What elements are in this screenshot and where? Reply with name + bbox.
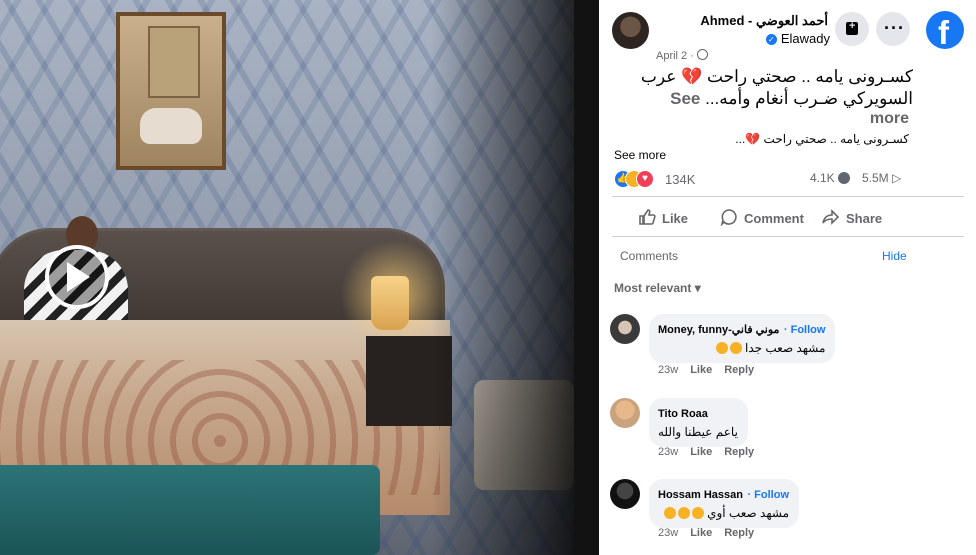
comment-author[interactable]: Hossam Hassan — [658, 489, 743, 501]
crying-emoji-icon — [677, 507, 690, 519]
thumbs-up-icon — [639, 209, 656, 225]
wall-painting — [116, 12, 226, 170]
comment-time[interactable]: 23w — [658, 527, 678, 539]
see-more-inline-continued[interactable]: more — [870, 110, 909, 128]
share-icon — [822, 209, 840, 225]
globe-icon — [696, 49, 708, 60]
play-icon — [67, 262, 90, 292]
facebook-logo[interactable]: f — [926, 11, 964, 51]
share-button[interactable]: Share — [822, 208, 882, 226]
post-caption: كسـرونى يامه .. صحتي راحت 💔 عرب السويركي… — [640, 67, 913, 108]
crying-emoji-icon — [663, 507, 676, 519]
post-author[interactable]: Ahmed - أحمد العوضي — [700, 13, 828, 29]
comment-reply-link[interactable]: Reply — [724, 527, 754, 539]
comment-reply-link[interactable]: Reply — [724, 446, 754, 458]
save-button[interactable] — [835, 12, 869, 46]
page-name[interactable]: ✓ Elawady — [765, 31, 830, 46]
comment-meta: 23w Like Reply — [658, 527, 754, 539]
post-date[interactable]: April 2 · — [656, 49, 708, 62]
see-more-link[interactable]: See more — [614, 148, 666, 162]
more-options-button[interactable]: ··· — [876, 12, 910, 46]
divider — [612, 236, 964, 237]
comment-avatar[interactable] — [610, 479, 640, 509]
comment-author[interactable]: Money, funny-موني فاني — [658, 324, 779, 336]
crying-emoji-icon — [691, 507, 704, 519]
hide-comments-link[interactable]: Hide — [882, 249, 907, 263]
follow-link[interactable]: · Follow — [784, 324, 826, 336]
comment-text: مشهد صعب أوي — [658, 506, 789, 520]
bag-plus-icon — [846, 20, 858, 35]
room-shadow — [430, 0, 574, 555]
comment-bubble: Hossam Hassan · Follow مشهد صعب أوي — [649, 479, 799, 528]
comment-bubble-icon — [837, 172, 850, 184]
comment-meta: 23w Like Reply — [658, 446, 754, 458]
comment-meta: 23w Like Reply — [658, 364, 754, 376]
comment-reply-link[interactable]: Reply — [724, 364, 754, 376]
play-button[interactable] — [45, 245, 109, 309]
comment-like-link[interactable]: Like — [690, 527, 712, 539]
video-letterbox — [574, 0, 599, 555]
comment-avatar[interactable] — [610, 398, 640, 428]
author-avatar[interactable] — [612, 12, 649, 49]
bedside-lamp — [371, 276, 409, 330]
crying-emoji-icon — [715, 342, 728, 354]
reactions-count[interactable]: 134K — [665, 172, 695, 187]
crying-emoji-icon — [729, 342, 742, 354]
divider — [612, 196, 964, 197]
comment-time[interactable]: 23w — [658, 446, 678, 458]
comments-heading: Comments — [620, 249, 679, 263]
comment-bubble: Money, funny-موني فاني · Follow مشهد صعب… — [649, 314, 836, 363]
comment-icon — [720, 209, 737, 226]
follow-link[interactable]: · Follow — [747, 489, 789, 501]
comment-time[interactable]: 23w — [658, 364, 678, 376]
comment-button[interactable]: Comment — [720, 208, 804, 226]
comment-sort-dropdown[interactable]: Most relevant ▾ — [614, 281, 701, 295]
comment-like-link[interactable]: Like — [690, 446, 712, 458]
views-count: 5.5M ▷ — [862, 171, 902, 185]
more-horizontal-icon: ··· — [884, 18, 905, 38]
comment-like-link[interactable]: Like — [690, 364, 712, 376]
bench — [0, 465, 380, 555]
caret-down-icon: ▾ — [694, 281, 701, 295]
comment-text: ياعم عيطنا والله — [658, 425, 738, 439]
play-small-icon: ▷ — [892, 171, 902, 185]
comment-bubble: Tito Roaa ياعم عيطنا والله — [649, 398, 748, 447]
comments-count[interactable]: 4.1K — [810, 171, 850, 185]
comment-author[interactable]: Tito Roaa — [658, 408, 708, 420]
video-player[interactable] — [0, 0, 599, 555]
comment-avatar[interactable] — [610, 314, 640, 344]
see-more-inline[interactable]: See — [670, 89, 700, 108]
caption-translation: كسـرونى يامه .. صحتي راحت 💔... — [735, 132, 909, 146]
verified-badge-icon: ✓ — [765, 34, 777, 45]
like-button[interactable]: Like — [638, 208, 688, 226]
love-reaction-icon: ♥ — [636, 170, 654, 188]
comment-text: مشهد صعب جدا — [658, 341, 825, 355]
